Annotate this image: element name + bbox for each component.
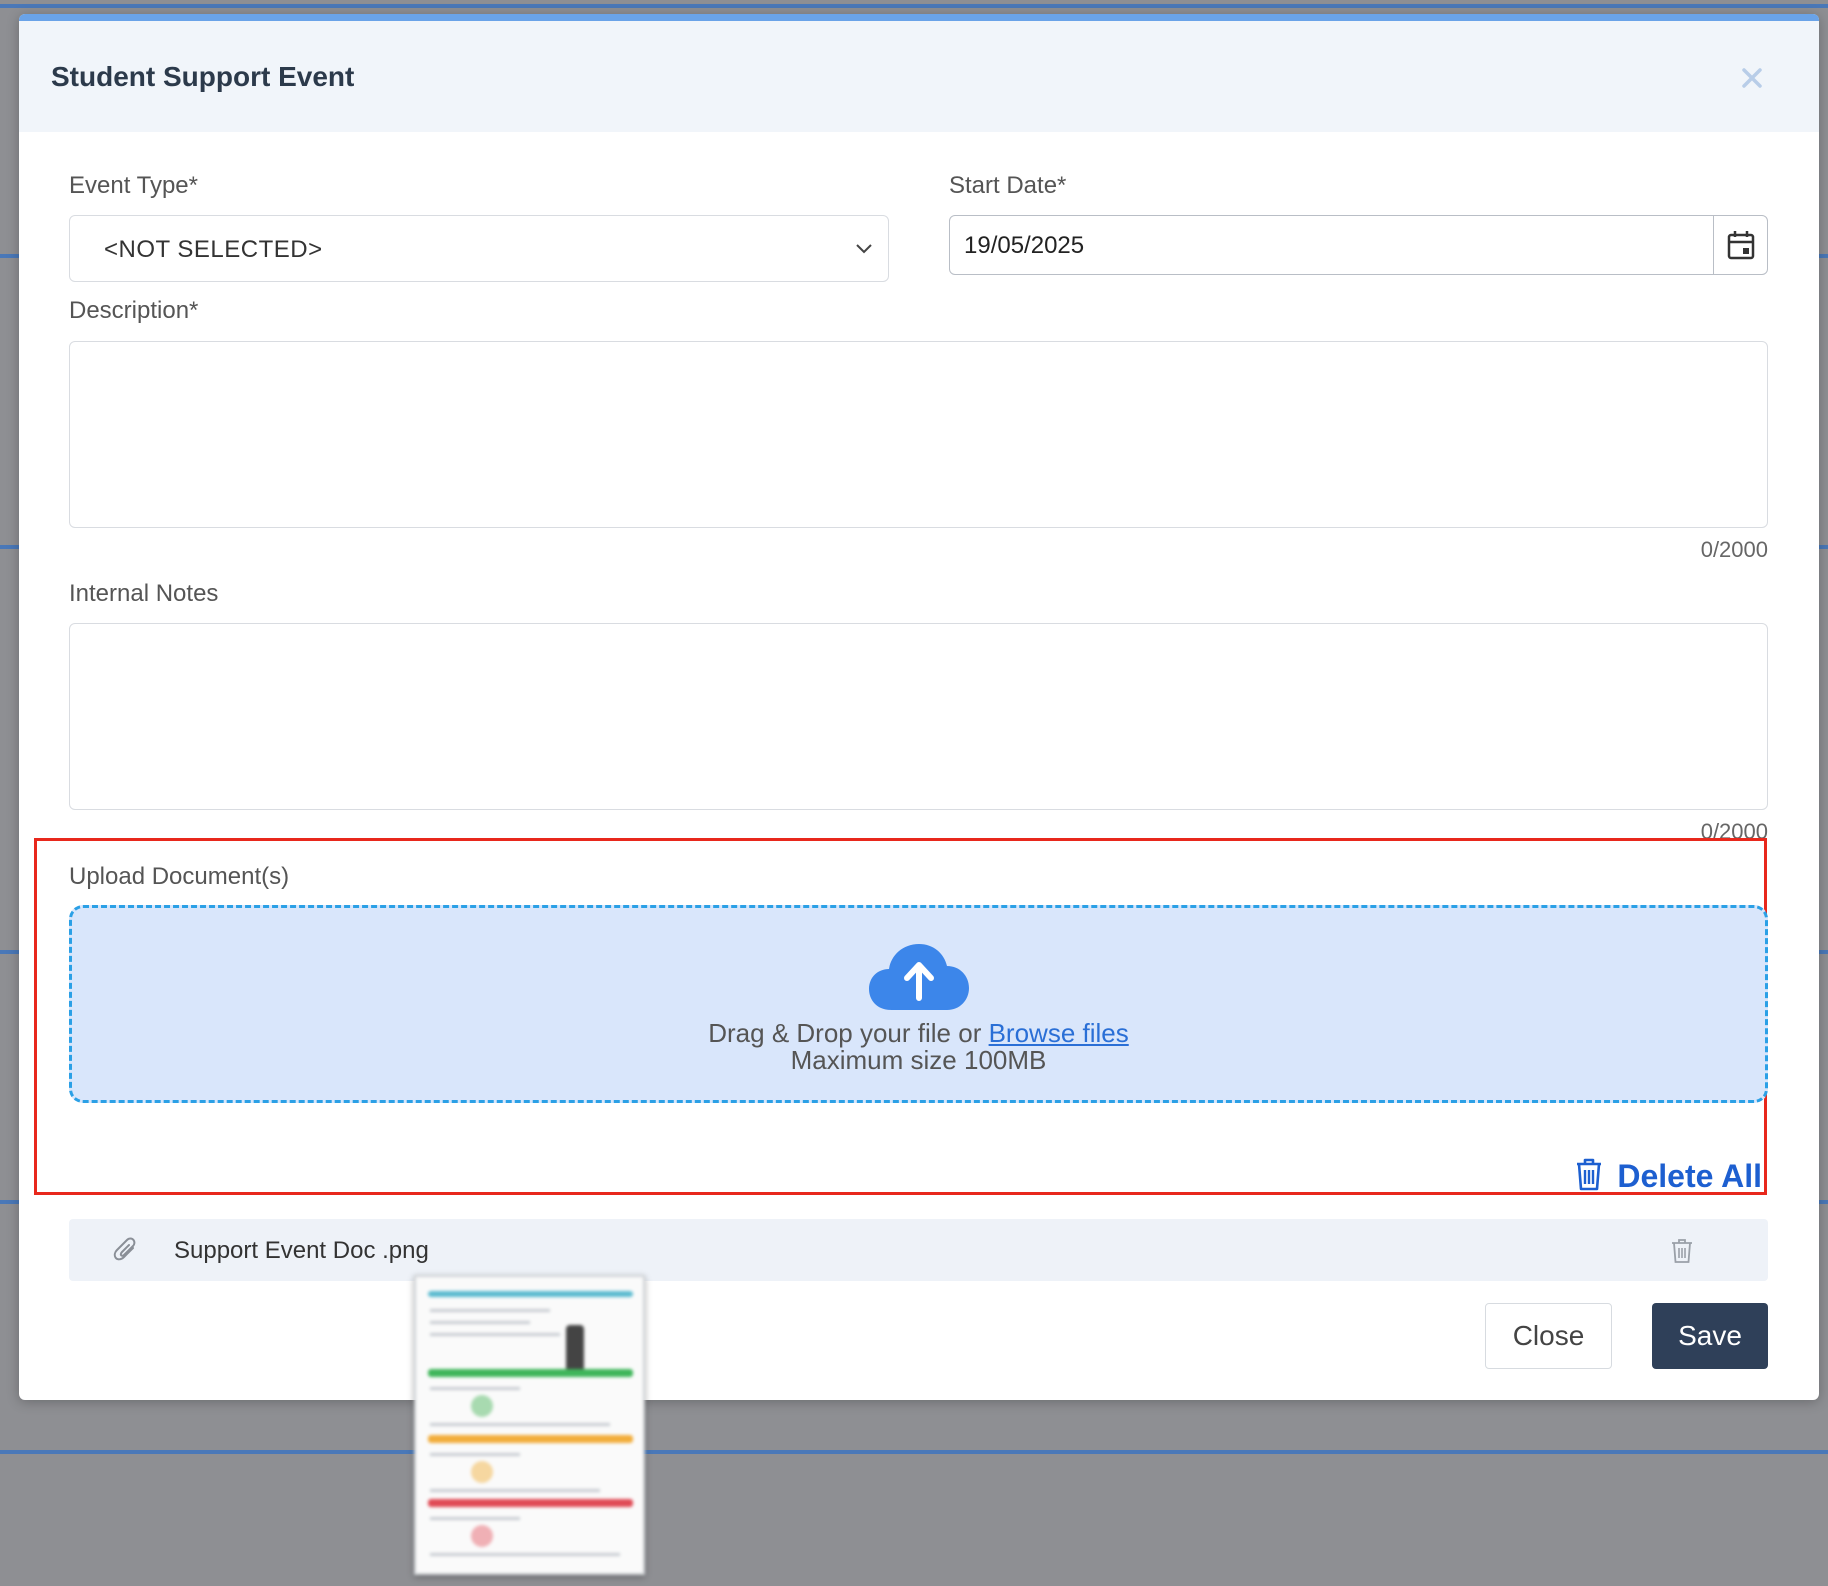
- modal-title: Student Support Event: [51, 61, 355, 92]
- preview-line: [430, 1387, 520, 1390]
- cloud-upload-icon: [869, 944, 969, 1017]
- background-line: [0, 1450, 1828, 1454]
- preview-green-bar: [428, 1369, 633, 1377]
- preview-line: [430, 1423, 610, 1426]
- file-preview-thumbnail: [414, 1275, 645, 1575]
- preview-line: [430, 1309, 550, 1312]
- modal-header: Student Support Event: [19, 21, 1819, 132]
- start-date-label: Start Date*: [949, 172, 1067, 199]
- preview-traffic-light: [566, 1325, 584, 1375]
- preview-line: [430, 1553, 620, 1556]
- preview-line: [430, 1489, 600, 1492]
- internal-notes-label: Internal Notes: [69, 580, 219, 607]
- preview-amber-dot: [471, 1461, 493, 1483]
- uploaded-file-row: Support Event Doc .png: [69, 1219, 1768, 1281]
- preview-header-bar: [428, 1291, 633, 1297]
- save-button[interactable]: Save: [1652, 1303, 1768, 1369]
- preview-line: [430, 1453, 520, 1456]
- description-char-counter: 0/2000: [1700, 537, 1768, 562]
- start-date-field[interactable]: 19/05/2025: [949, 215, 1768, 275]
- trash-icon: [1575, 1157, 1603, 1196]
- internal-notes-textarea[interactable]: [69, 623, 1768, 810]
- preview-line: [430, 1321, 530, 1324]
- max-size-text: Maximum size 100MB: [790, 1045, 1047, 1075]
- preview-line: [430, 1333, 560, 1336]
- upload-documents-label: Upload Document(s): [69, 863, 290, 890]
- event-type-selected-value: <NOT SELECTED>: [104, 236, 323, 263]
- modal-accent-bar: [19, 14, 1819, 21]
- file-name: Support Event Doc .png: [174, 1237, 429, 1264]
- chevron-down-icon: [854, 241, 874, 260]
- file-dropzone[interactable]: Drag & Drop your file or Browse files Ma…: [69, 905, 1768, 1103]
- calendar-icon[interactable]: [1713, 216, 1767, 274]
- event-type-label: Event Type*: [69, 172, 198, 199]
- background-line: [0, 4, 1828, 8]
- preview-line: [430, 1517, 520, 1520]
- delete-all-button[interactable]: Delete All: [1575, 1156, 1762, 1196]
- preview-red-bar: [428, 1499, 633, 1507]
- start-date-value: 19/05/2025: [964, 232, 1085, 259]
- description-textarea[interactable]: [69, 341, 1768, 528]
- trash-icon[interactable]: [1671, 1238, 1693, 1269]
- preview-green-dot: [471, 1395, 493, 1417]
- paperclip-icon: [113, 1236, 139, 1269]
- description-label: Description*: [69, 297, 199, 324]
- delete-all-label: Delete All: [1617, 1157, 1762, 1194]
- browse-files-link[interactable]: Browse files: [989, 1018, 1129, 1048]
- close-icon[interactable]: [1735, 61, 1769, 95]
- event-type-select[interactable]: <NOT SELECTED>: [69, 215, 889, 282]
- preview-red-dot: [471, 1525, 493, 1547]
- drop-text: Drag & Drop your file or: [708, 1018, 982, 1048]
- preview-amber-bar: [428, 1435, 633, 1443]
- close-button[interactable]: Close: [1485, 1303, 1612, 1369]
